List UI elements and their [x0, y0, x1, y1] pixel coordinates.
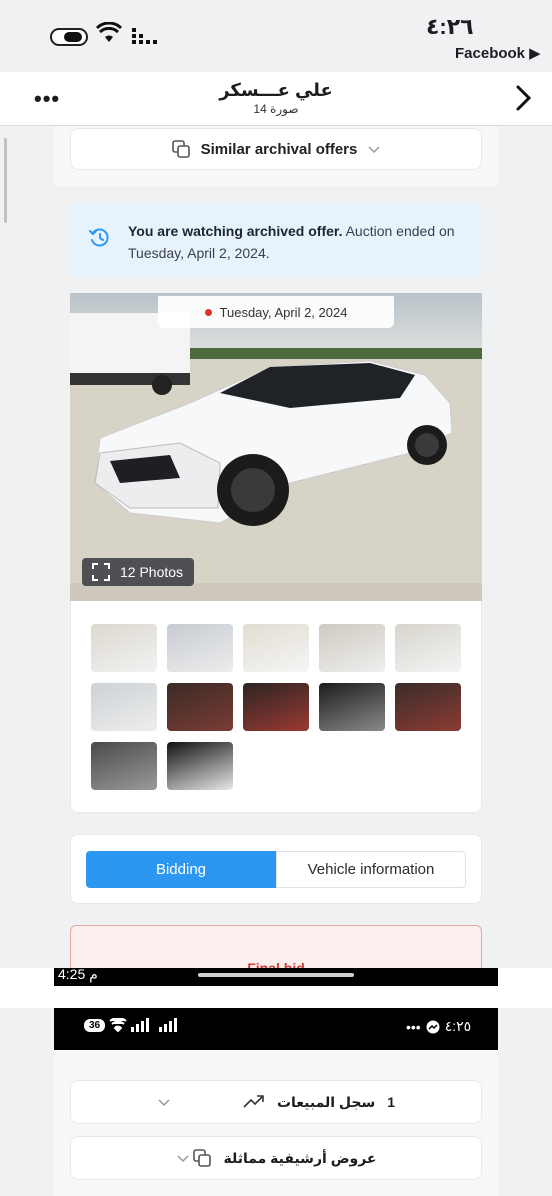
signal-icon	[132, 28, 157, 44]
status-time: ٤:٢٦	[426, 14, 474, 39]
sales-history-row[interactable]: 1 سجل المبيعات	[70, 1080, 482, 1124]
trend-up-icon	[243, 1095, 264, 1108]
second-status-time: ٤:٢٥	[444, 1018, 472, 1034]
chevron-down-icon	[176, 1155, 189, 1163]
gallery-thumbnail[interactable]	[395, 683, 461, 731]
gallery-thumbnail[interactable]	[91, 683, 157, 731]
gallery-thumbnail[interactable]	[243, 683, 309, 731]
photos-count: 12 Photos	[120, 564, 184, 580]
photos-count-button[interactable]: 12 Photos	[82, 558, 194, 586]
auction-date: Tuesday, April 2, 2024	[219, 304, 348, 320]
similar-offers-row[interactable]: عروض أرشيفية مماثلة	[70, 1136, 482, 1180]
more-dots-icon: •••	[406, 1018, 421, 1035]
scrollbar[interactable]	[4, 138, 7, 223]
similar-offers-arabic: عروض أرشيفية مماثلة	[223, 1149, 377, 1166]
wifi-icon	[96, 22, 122, 42]
notice-text: You are watching archived offer. Auction…	[128, 220, 468, 264]
battery-level: 36	[84, 1018, 106, 1032]
gallery-thumbnail[interactable]	[319, 624, 385, 672]
capture-time: 4:25 م	[58, 966, 98, 982]
wifi-icon	[109, 1018, 127, 1032]
auction-date-pill: Tuesday, April 2, 2024	[158, 296, 394, 328]
back-to-app-link[interactable]: Facebook ▶	[455, 44, 541, 62]
gallery-thumbnail[interactable]	[395, 624, 461, 672]
battery-icon	[50, 28, 88, 46]
fullscreen-icon	[92, 563, 110, 581]
sales-history-label: سجل المبيعات	[276, 1093, 376, 1110]
second-status-left: 36	[84, 1018, 183, 1032]
notice-bold: You are watching archived offer.	[128, 223, 343, 239]
gallery-thumbnail[interactable]	[243, 624, 309, 672]
chevron-down-icon	[368, 146, 380, 154]
gallery-thumbnail[interactable]	[167, 624, 233, 672]
signal-icon	[131, 1018, 178, 1032]
chevron-down-icon	[158, 1099, 170, 1107]
car-photo	[70, 293, 482, 601]
tab-vehicle-information[interactable]: Vehicle information	[276, 851, 466, 888]
page-title: علي عـــسكر	[219, 80, 333, 100]
gallery-thumbnail[interactable]	[319, 683, 385, 731]
second-status-right: ••• ٤:٢٥	[406, 1018, 471, 1035]
gallery-thumbnail[interactable]	[91, 742, 157, 790]
copy-icon	[171, 140, 190, 158]
page-subtitle: 14 صورة	[253, 102, 299, 116]
sales-history-count: 1	[387, 1094, 396, 1110]
copy-icon	[192, 1149, 211, 1167]
gallery-thumbnail[interactable]	[167, 683, 233, 731]
messenger-icon	[426, 1020, 440, 1033]
gallery-thumbnail[interactable]	[167, 742, 233, 790]
similar-offers-button[interactable]: Similar archival offers	[70, 128, 482, 170]
tab-bidding[interactable]: Bidding	[86, 851, 276, 888]
similar-offers-label: Similar archival offers	[200, 140, 358, 158]
history-icon	[89, 228, 109, 247]
live-dot-icon	[204, 308, 212, 316]
chevron-right-icon[interactable]	[514, 84, 534, 112]
gallery-thumbnail[interactable]	[91, 624, 157, 672]
home-indicator[interactable]	[198, 973, 354, 977]
video-bar	[54, 968, 498, 986]
main-photo[interactable]	[70, 293, 482, 601]
